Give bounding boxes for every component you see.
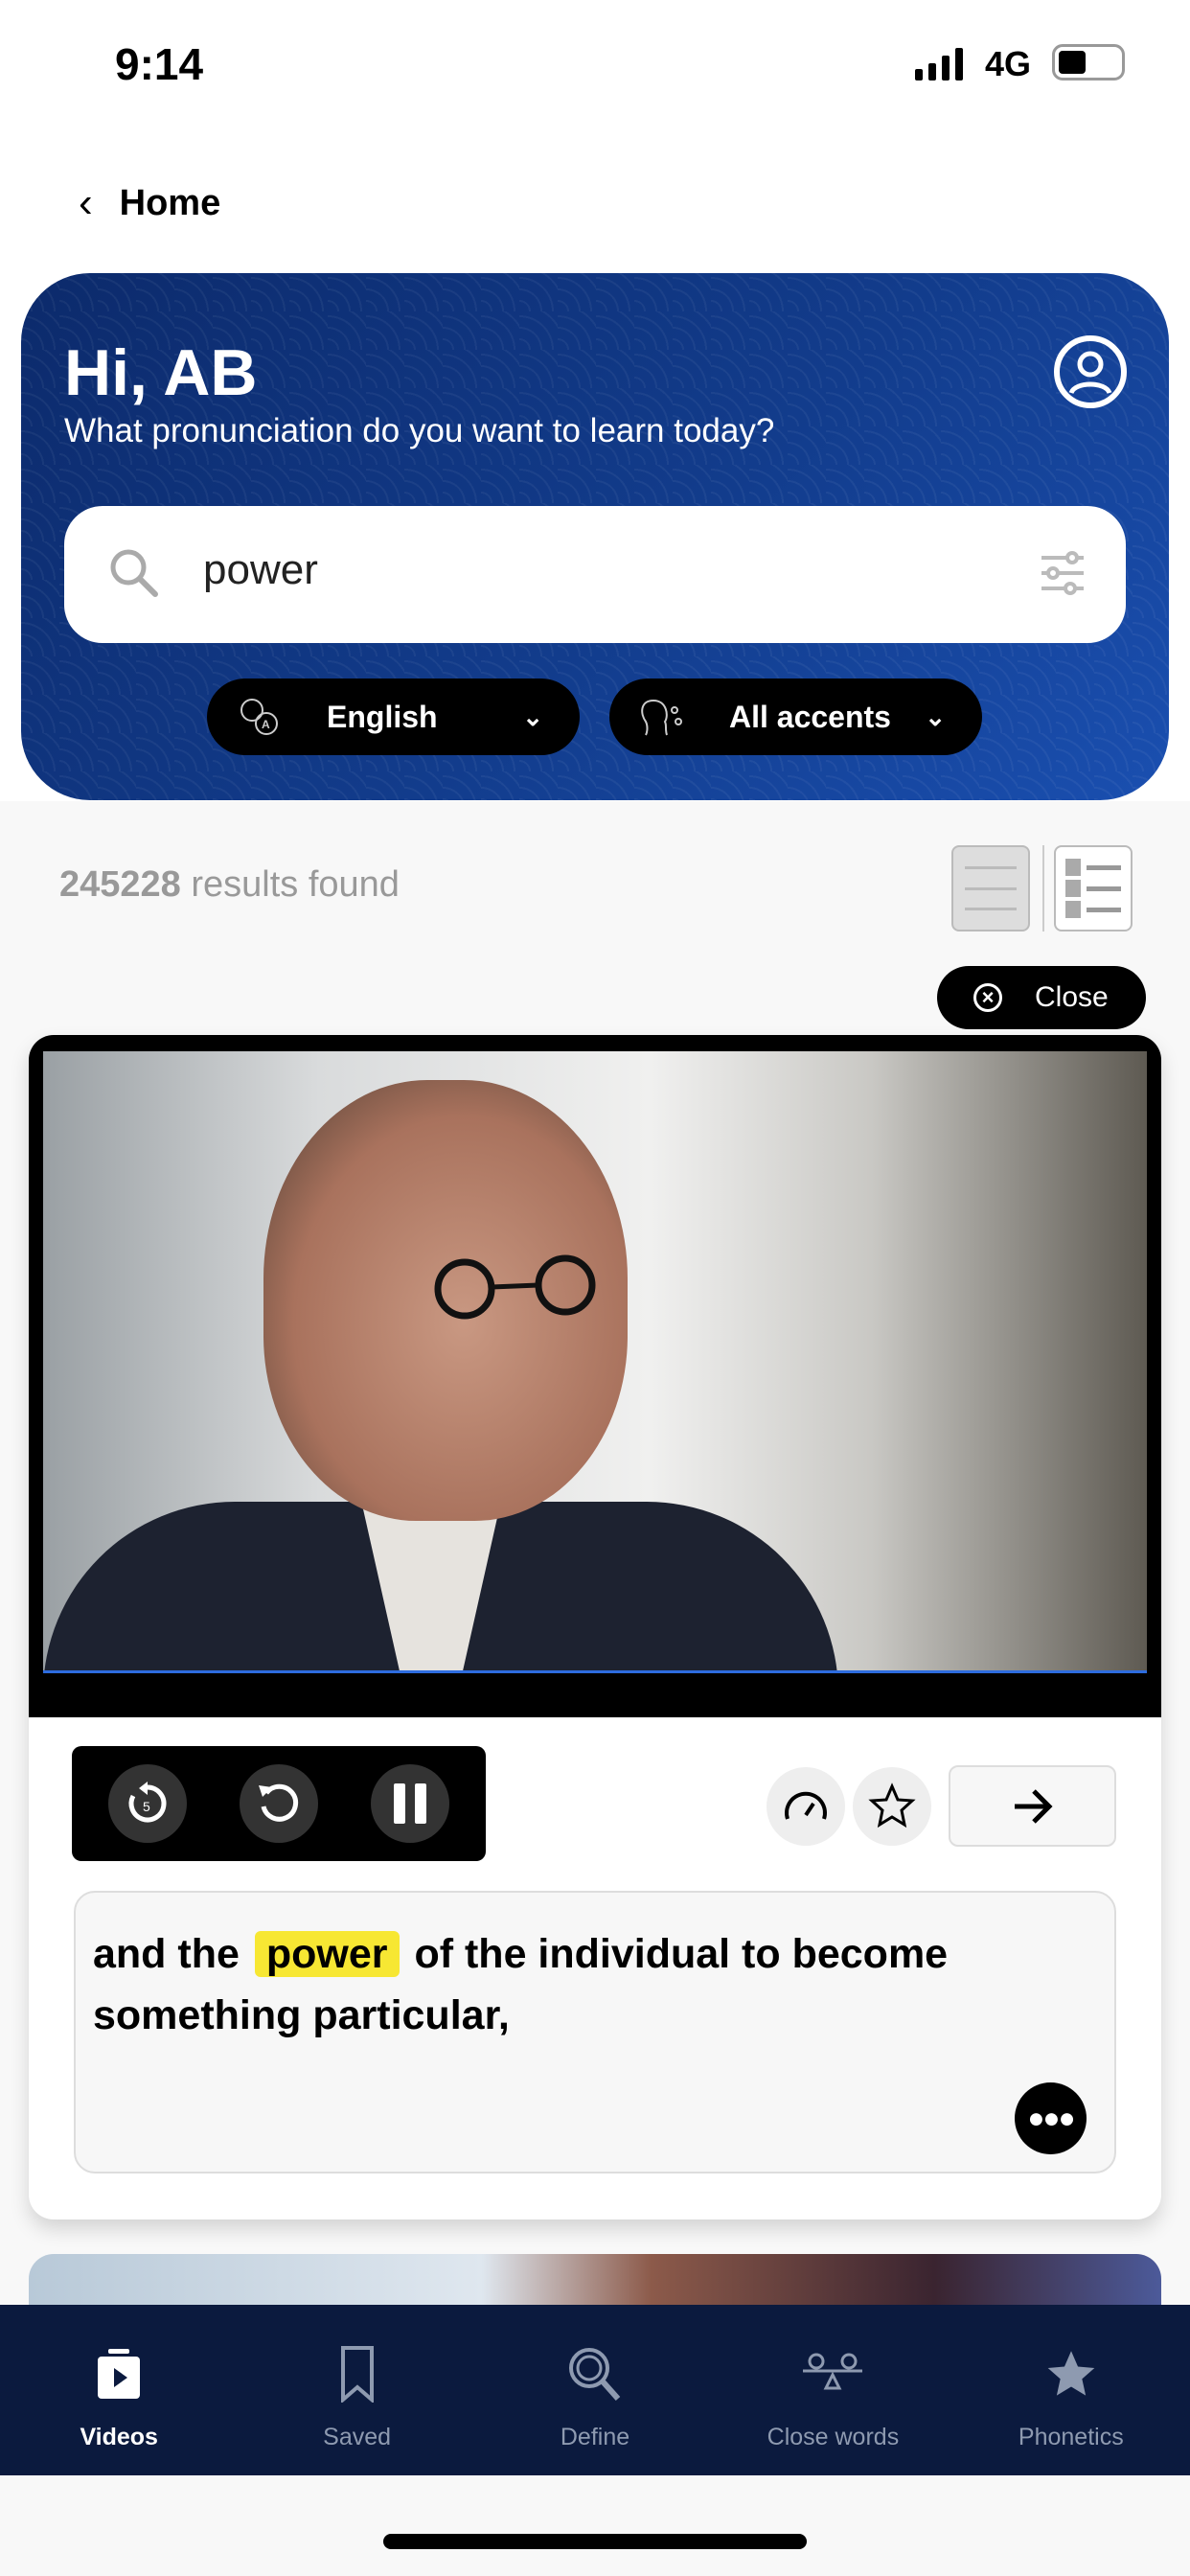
tab-saved[interactable]: Saved [238, 2305, 475, 2475]
filter-icon[interactable] [1038, 548, 1087, 598]
chevron-left-icon: ‹ [79, 179, 93, 226]
search-icon [110, 549, 158, 597]
hero-header: Hi, AB What pronunciation do you want to… [21, 273, 1169, 800]
star-icon [1047, 2351, 1095, 2396]
chevron-down-icon: ⌄ [925, 702, 946, 731]
balance-icon [803, 2353, 863, 2390]
more-button[interactable]: ●●● [1015, 2082, 1087, 2154]
accent-label: All accents [729, 699, 891, 734]
tab-label: Videos [80, 2424, 158, 2450]
network-type: 4G [985, 44, 1032, 83]
svg-text:5: 5 [143, 1799, 150, 1814]
video-player[interactable] [29, 1035, 1161, 1717]
svg-text:A: A [262, 718, 270, 731]
pause-button[interactable] [371, 1764, 450, 1843]
arrow-right-icon [1014, 1788, 1053, 1824]
rewind-5-icon: 5 [128, 1782, 167, 1823]
language-label: English [327, 699, 438, 734]
replay-icon [258, 1783, 298, 1822]
profile-icon[interactable] [1054, 335, 1127, 408]
accent-dropdown[interactable]: All accents ⌄ [609, 678, 982, 755]
battery-icon [1052, 44, 1125, 80]
close-label: Close [1035, 981, 1109, 1013]
signal-icon [915, 46, 963, 80]
home-indicator[interactable] [383, 2534, 807, 2549]
tab-label: Close words [767, 2424, 900, 2450]
pause-icon [394, 1783, 427, 1824]
translate-icon: A [240, 699, 278, 735]
card-view-toggle[interactable] [951, 845, 1030, 932]
results-suffix: results found [180, 864, 400, 905]
tab-phonetics[interactable]: Phonetics [952, 2305, 1190, 2475]
results-count: 245228 results found [59, 864, 400, 906]
video-progress[interactable] [43, 1670, 1147, 1673]
back-button[interactable]: ‹ Home [79, 182, 220, 224]
close-icon: × [973, 983, 1002, 1012]
favorite-button[interactable] [853, 1767, 931, 1846]
video-icon [98, 2349, 141, 2399]
tab-label: Phonetics [1018, 2424, 1124, 2450]
toggle-divider [1042, 845, 1044, 932]
next-button[interactable] [949, 1765, 1116, 1847]
video-card: 5 and the power of the individual to bec… [29, 1035, 1161, 2220]
caption-text: and the power of the individual to becom… [93, 1923, 1099, 2046]
greeting: Hi, AB [64, 336, 258, 409]
caption-box: and the power of the individual to becom… [74, 1891, 1116, 2174]
tab-define[interactable]: Define [476, 2305, 714, 2475]
status-time: 9:14 [115, 39, 204, 89]
playback-controls: 5 [72, 1746, 486, 1861]
back-label: Home [119, 182, 221, 223]
tab-videos[interactable]: Videos [0, 2305, 238, 2475]
bottom-tab-bar: Videos Saved Define Close words Phonetic… [0, 2305, 1190, 2475]
caption-before: and the [93, 1931, 240, 1977]
language-dropdown[interactable]: A English ⌄ [207, 678, 580, 755]
more-icon: ●●● [1027, 2102, 1075, 2134]
speaking-head-icon [641, 699, 682, 736]
search-value: power [203, 546, 318, 593]
highlighted-word[interactable]: power [254, 1931, 400, 1977]
list-view-toggle[interactable] [1054, 845, 1133, 932]
video-frame [43, 1051, 1147, 1672]
close-button[interactable]: × Close [937, 966, 1146, 1029]
star-icon [868, 1782, 916, 1828]
speed-button[interactable] [767, 1767, 845, 1846]
results-number: 245228 [59, 864, 181, 905]
subtitle: What pronunciation do you want to learn … [64, 412, 775, 449]
tab-label: Saved [323, 2424, 392, 2450]
tab-label: Define [560, 2424, 630, 2450]
speedometer-icon [785, 1791, 827, 1820]
bookmark-icon [340, 2346, 374, 2403]
tab-close-words[interactable]: Close words [714, 2305, 951, 2475]
rewind-5-button[interactable]: 5 [107, 1764, 187, 1843]
replay-button[interactable] [239, 1764, 318, 1843]
magnifier-icon [569, 2348, 621, 2401]
search-input[interactable]: power [64, 506, 1126, 643]
chevron-down-icon: ⌄ [522, 702, 543, 731]
